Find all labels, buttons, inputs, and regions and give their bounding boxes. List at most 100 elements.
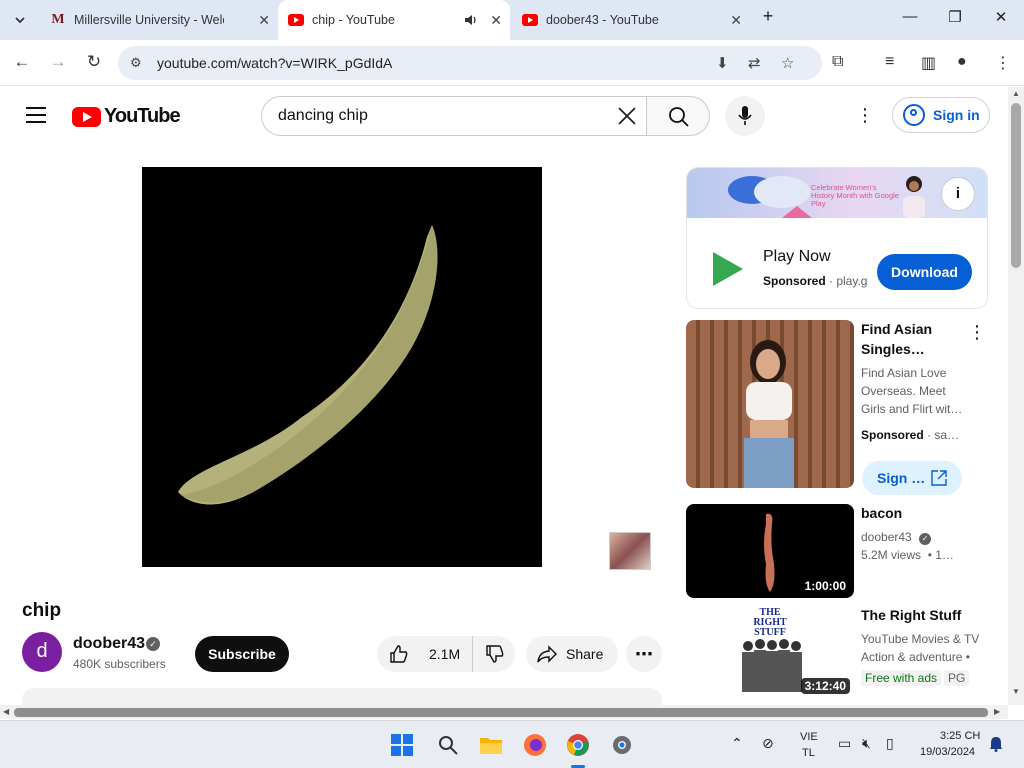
scroll-up-icon[interactable]: ▲ (1012, 89, 1020, 98)
site-info-icon[interactable]: ⚙ (130, 55, 142, 71)
vertical-scrollbar[interactable]: ▲ ▼ (1008, 87, 1024, 705)
rec-title[interactable]: Find Asian Singles… (861, 319, 961, 359)
share-button[interactable]: Share (526, 636, 618, 672)
address-bar[interactable]: ⚙ youtube.com/watch?v=WIRK_pGdIdA ⬇ ⇄ ☆ (118, 46, 822, 80)
horizontal-scroll-thumb[interactable] (14, 708, 988, 717)
tab-search-button[interactable] (8, 8, 32, 32)
close-window-button[interactable]: ✕ (989, 8, 1013, 26)
video-player[interactable] (142, 167, 542, 567)
back-button[interactable]: ← (11, 52, 33, 72)
side-panel-icon[interactable]: ▥ (921, 53, 936, 73)
google-play-logo-icon (713, 252, 743, 286)
display-icon[interactable]: ▭ (838, 735, 851, 752)
video-title: chip (22, 600, 62, 621)
more-actions-button[interactable]: ⋯ (626, 636, 662, 672)
bookmark-star-icon[interactable]: ☆ (781, 54, 794, 72)
like-count: 2.1M (429, 646, 461, 662)
media-controls-icon[interactable]: ≡ (885, 53, 894, 71)
scroll-left-icon[interactable]: ◀ (3, 707, 9, 716)
browser-menu-icon[interactable]: ⋮ (995, 53, 1011, 73)
vertical-scroll-thumb[interactable] (1011, 103, 1021, 268)
profile-icon[interactable]: ● (957, 53, 967, 71)
account-icon (903, 104, 925, 126)
search-button[interactable] (646, 96, 710, 136)
search-input[interactable]: dancing chip (261, 96, 647, 136)
scroll-down-icon[interactable]: ▼ (1012, 687, 1020, 696)
ad-title: Play Now (763, 248, 831, 265)
extensions-icon[interactable]: ⧉ (832, 53, 843, 71)
rec-stats: 5.2M views • 1… (861, 548, 954, 562)
download-button[interactable]: Download (877, 254, 972, 290)
dislike-button[interactable] (473, 636, 505, 672)
settings-gear-icon[interactable] (610, 733, 634, 757)
restore-button[interactable]: ❐ (943, 8, 967, 26)
ad-info-button[interactable]: i (941, 177, 975, 211)
browser-tab-strip: M Millersville University - Welcome ✕ ch… (0, 0, 1024, 40)
tab-title: doober43 - YouTube (546, 13, 659, 27)
translate-icon[interactable]: ⇄ (748, 54, 761, 72)
volume-muted-icon[interactable]: 🔇︎ (862, 735, 871, 752)
menu-icon[interactable] (26, 107, 46, 128)
horizontal-scrollbar[interactable]: ◀ ▶ (0, 705, 1008, 719)
endscreen-thumbnail[interactable] (609, 532, 651, 570)
subscribe-button[interactable]: Subscribe (195, 636, 289, 672)
rec-channel: doober43 ✓ (861, 528, 969, 546)
clear-search-icon[interactable] (614, 103, 640, 129)
windows-start-icon[interactable] (390, 733, 414, 757)
minimize-button[interactable]: — (898, 8, 922, 25)
rec-sponsor-line: Sponsored · sa… (861, 428, 960, 442)
sponsored-ad-card[interactable]: Celebrate Women's History Month with Goo… (686, 167, 988, 309)
channel-name[interactable]: doober43 (73, 635, 145, 653)
tab-millersville[interactable]: M Millersville University - Welcome ✕ (40, 6, 278, 34)
close-tab-icon[interactable]: ✕ (258, 12, 270, 29)
forward-button[interactable]: → (47, 52, 69, 72)
channel-avatar[interactable]: d (22, 632, 62, 672)
reload-button[interactable]: ↻ (83, 52, 105, 72)
ad-banner-image: Celebrate Women's History Month with Goo… (687, 168, 987, 218)
video-thumbnail[interactable]: 1:00:00 (686, 504, 854, 598)
settings-kebab-icon[interactable]: ⋮ (856, 105, 874, 126)
battery-icon[interactable]: ▯ (886, 735, 894, 752)
video-duration: 1:00:00 (800, 578, 850, 594)
new-tab-button[interactable]: + (756, 6, 780, 27)
sponsored-label: Sponsored (763, 274, 826, 288)
tab-title: chip - YouTube (312, 13, 395, 27)
clock-time[interactable]: 3:25 CH (940, 730, 980, 742)
clock-date[interactable]: 19/03/2024 (920, 746, 975, 758)
youtube-play-icon (72, 106, 101, 127)
youtube-logo[interactable]: YouTube (72, 105, 181, 128)
rec-channel-name[interactable]: doober43 (861, 530, 912, 544)
person-photo (744, 340, 794, 488)
tab-chip-youtube[interactable]: chip - YouTube ✕ (278, 0, 510, 40)
notification-bell-icon[interactable] (989, 736, 1003, 752)
install-app-icon[interactable]: ⬇ (716, 54, 729, 72)
input-language[interactable]: VIE (800, 731, 818, 743)
youtube-icon (522, 14, 538, 26)
network-icon[interactable]: ⊘ (762, 735, 774, 752)
woman-illustration-icon (903, 176, 925, 218)
close-tab-icon[interactable]: ✕ (730, 12, 742, 29)
rec-more-icon[interactable]: ⋮ (968, 322, 986, 343)
chrome-icon[interactable] (566, 733, 590, 757)
like-button[interactable]: 2.1M (377, 636, 473, 672)
close-tab-icon[interactable]: ✕ (490, 12, 502, 29)
sponsored-thumbnail[interactable] (686, 320, 854, 488)
search-icon[interactable] (436, 733, 460, 757)
speaker-icon[interactable] (464, 13, 478, 27)
url-text: youtube.com/watch?v=WIRK_pGdIdA (157, 55, 393, 71)
show-hidden-icons-icon[interactable]: ⌃ (731, 735, 743, 752)
youtube-icon (288, 14, 304, 26)
ad-banner-text: Celebrate Women's History Month with Goo… (811, 183, 899, 208)
firefox-icon[interactable] (523, 733, 547, 757)
scroll-right-icon[interactable]: ▶ (994, 707, 1000, 716)
file-explorer-icon[interactable] (479, 733, 503, 757)
rec-signup-button[interactable]: Sign … (862, 461, 962, 495)
search-icon (669, 107, 689, 127)
voice-search-button[interactable] (725, 96, 765, 136)
rec-title[interactable]: The Right Stuff (861, 605, 981, 625)
rec-title[interactable]: bacon (861, 503, 961, 523)
rec-channel-name[interactable]: YouTube Movies & TV (861, 630, 985, 648)
tab-doober43-youtube[interactable]: doober43 - YouTube ✕ (512, 6, 750, 34)
movie-thumbnail[interactable]: THE RIGHT STUFF 3:12:40 (686, 606, 854, 698)
sign-in-button[interactable]: Sign in (892, 97, 990, 133)
